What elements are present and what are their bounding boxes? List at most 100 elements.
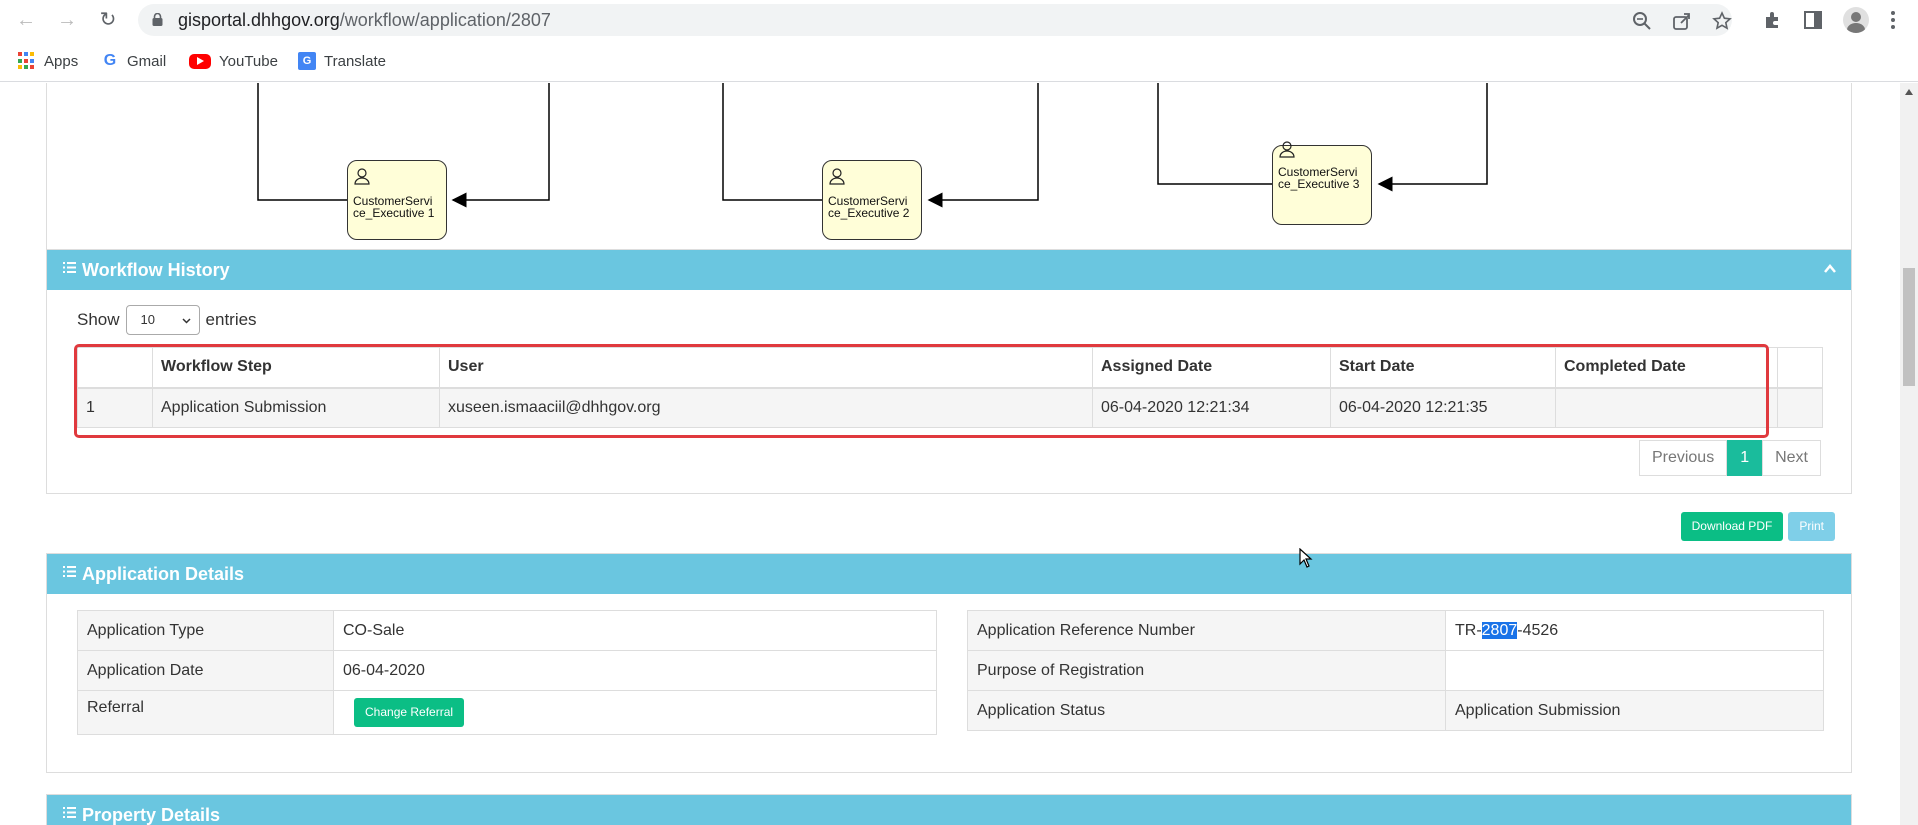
- column-header[interactable]: [1777, 347, 1823, 389]
- task-label: CustomerServi ce_Executive 2: [828, 194, 910, 220]
- page-viewport: CustomerServi ce_Executive 1 CustomerSer…: [0, 83, 1900, 825]
- page-1-button[interactable]: 1: [1727, 440, 1763, 476]
- column-header[interactable]: Assigned Date: [1092, 347, 1331, 389]
- application-info-right: Application Reference Number TR-2807-452…: [967, 610, 1824, 731]
- next-page-button[interactable]: Next: [1762, 440, 1821, 476]
- user-task-icon: [354, 168, 370, 185]
- field-label: Application Date: [77, 650, 334, 691]
- application-type-value: CO-Sale: [333, 610, 937, 651]
- side-panel-icon[interactable]: [1802, 9, 1824, 31]
- bookmark-label: Translate: [324, 52, 386, 70]
- column-header[interactable]: User: [439, 347, 1093, 389]
- pagination: Previous 1 Next: [1638, 440, 1821, 476]
- column-header[interactable]: Start Date: [1330, 347, 1556, 389]
- user-task-icon: [829, 168, 845, 185]
- application-details-header[interactable]: Application Details: [47, 554, 1851, 594]
- google-icon: G: [103, 52, 117, 69]
- table-header-row: Workflow Step User Assigned Date Start D…: [77, 347, 1823, 389]
- application-details-panel: Application Details Application Type CO-…: [46, 553, 1852, 773]
- entries-select[interactable]: 10: [125, 305, 200, 335]
- table-cell: Application Submission: [152, 387, 440, 428]
- workflow-history-table: Workflow Step User Assigned Date Start D…: [77, 347, 1823, 428]
- entries-label: entries: [205, 310, 257, 329]
- property-details-header[interactable]: Property Details: [47, 795, 1851, 825]
- url-path: /workflow/application/2807: [339, 10, 551, 30]
- show-label: Show: [77, 310, 120, 329]
- column-header[interactable]: Completed Date: [1555, 347, 1778, 389]
- mouse-cursor-icon: [1299, 548, 1313, 568]
- youtube-icon: [189, 53, 211, 69]
- bookmark-translate[interactable]: G Translate: [298, 51, 386, 71]
- panel-title: Application Details: [82, 563, 245, 584]
- previous-page-button[interactable]: Previous: [1638, 440, 1728, 476]
- workflow-diagram: CustomerServi ce_Executive 1 CustomerSer…: [63, 83, 1837, 258]
- diagram-connectors: [257, 83, 1488, 208]
- bookmark-youtube[interactable]: YouTube: [189, 51, 278, 71]
- bookmark-star-icon[interactable]: [1712, 11, 1732, 31]
- reload-icon[interactable]: ↻: [96, 8, 120, 32]
- table-row: Referral Change Referral: [77, 690, 937, 735]
- table-cell: 06-04-2020 12:21:35: [1330, 387, 1556, 428]
- panel-title: Workflow History: [82, 259, 230, 280]
- action-buttons: Download PDF Print: [1676, 512, 1835, 541]
- scroll-thumb[interactable]: [1903, 268, 1915, 386]
- field-label: Purpose of Registration: [967, 650, 1446, 691]
- kebab-menu-icon[interactable]: [1882, 9, 1904, 31]
- bookmark-apps[interactable]: Apps: [18, 51, 78, 71]
- task-label: CustomerServi ce_Executive 1: [353, 194, 435, 220]
- change-referral-button[interactable]: Change Referral: [354, 698, 465, 727]
- column-header[interactable]: Workflow Step: [152, 347, 440, 389]
- ref-suffix: -4526: [1517, 621, 1559, 639]
- list-icon: [63, 261, 76, 273]
- reference-number-value: TR-2807-4526: [1445, 610, 1824, 651]
- forward-icon[interactable]: →: [55, 8, 79, 32]
- selected-text: 2807: [1481, 621, 1518, 639]
- application-date-value: 06-04-2020: [333, 650, 937, 691]
- table-row: Purpose of Registration: [967, 650, 1824, 691]
- field-label: Application Type: [77, 610, 334, 651]
- zoom-icon[interactable]: [1632, 11, 1652, 31]
- table-row: Application Status Application Submissio…: [967, 690, 1824, 731]
- page-vertical-scrollbar[interactable]: [1900, 83, 1918, 825]
- table-row: 1 Application Submission xuseen.ismaacii…: [77, 387, 1823, 428]
- task-customer-service-2[interactable]: CustomerServi ce_Executive 2: [822, 160, 922, 240]
- share-icon[interactable]: [1672, 11, 1692, 31]
- translate-icon: G: [298, 52, 316, 70]
- lock-icon: [152, 13, 163, 26]
- field-label: Application Reference Number: [967, 610, 1446, 651]
- bookmark-gmail[interactable]: G Gmail: [101, 51, 166, 71]
- url-host: gisportal.dhhgov.org: [178, 10, 340, 30]
- table-cell: xuseen.ismaaciil@dhhgov.org: [439, 387, 1093, 428]
- workflow-history-panel: Workflow History Show 10 entries Workflo…: [46, 249, 1852, 494]
- entries-select-value: 10: [140, 312, 155, 327]
- task-customer-service-3[interactable]: CustomerServi ce_Executive 3: [1272, 141, 1372, 225]
- download-pdf-button[interactable]: Download PDF: [1680, 512, 1784, 541]
- chevron-up-icon[interactable]: [1823, 262, 1837, 276]
- list-icon: [63, 565, 76, 577]
- field-label: Referral: [77, 690, 334, 735]
- purpose-value: [1445, 650, 1824, 691]
- extensions-icon[interactable]: [1762, 9, 1784, 31]
- entries-length-control: Show 10 entries: [77, 305, 257, 335]
- print-button[interactable]: Print: [1788, 512, 1835, 541]
- user-task-icon: [1279, 141, 1295, 158]
- url-text: gisportal.dhhgov.org/workflow/applicatio…: [178, 10, 551, 31]
- ref-prefix: TR-: [1455, 621, 1482, 639]
- profile-avatar[interactable]: [1843, 7, 1869, 33]
- table-row: Application Type CO-Sale: [77, 610, 937, 651]
- bookmarks-bar: Apps G Gmail YouTube G Translate: [0, 40, 1918, 82]
- back-icon[interactable]: ←: [14, 8, 38, 32]
- address-bar[interactable]: gisportal.dhhgov.org/workflow/applicatio…: [138, 4, 1732, 36]
- panel-title: Property Details: [82, 804, 221, 825]
- scroll-up-icon[interactable]: [1905, 89, 1913, 95]
- table-cell: 1: [77, 387, 153, 428]
- workflow-history-header[interactable]: Workflow History: [47, 250, 1851, 290]
- table-cell: [1555, 387, 1778, 428]
- column-header[interactable]: [77, 347, 153, 389]
- application-status-value: Application Submission: [1445, 690, 1824, 731]
- chevron-down-icon: [182, 318, 191, 324]
- bookmark-label: Apps: [44, 52, 79, 70]
- task-customer-service-1[interactable]: CustomerServi ce_Executive 1: [347, 160, 447, 240]
- table-cell: 06-04-2020 12:21:34: [1092, 387, 1331, 428]
- table-row: Application Reference Number TR-2807-452…: [967, 610, 1824, 651]
